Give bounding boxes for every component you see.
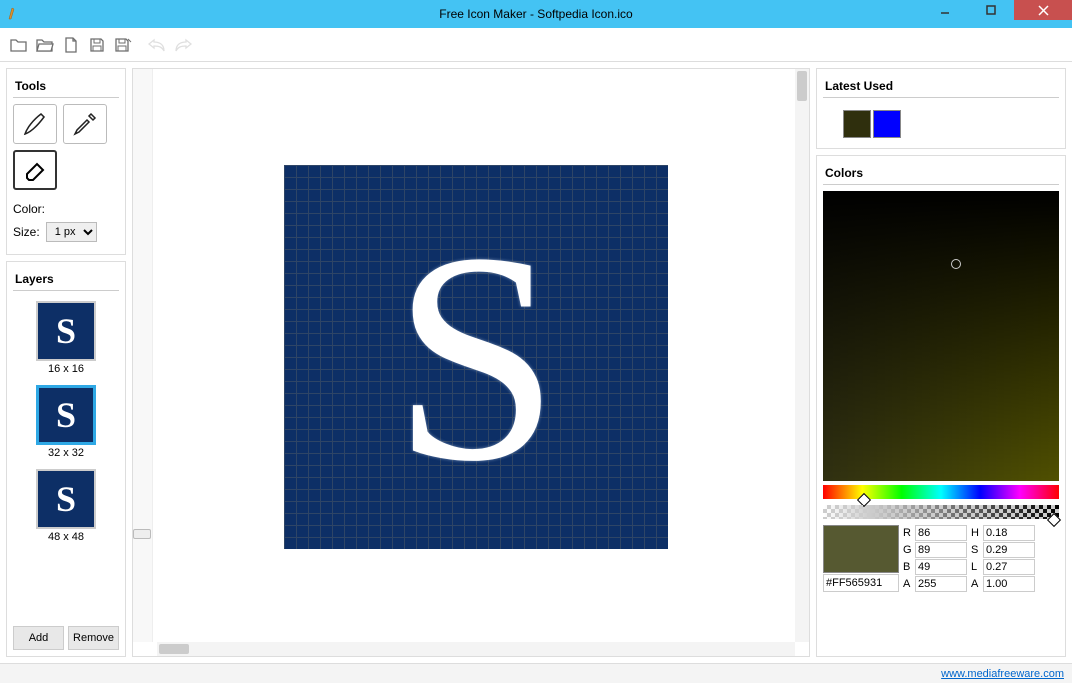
h-input[interactable]: 0.18 xyxy=(983,525,1035,541)
save-icon[interactable] xyxy=(86,34,108,56)
website-link[interactable]: www.mediafreeware.com xyxy=(941,668,1064,680)
window-controls xyxy=(922,0,1072,28)
layer-thumb: S xyxy=(36,301,96,361)
layer-label: 32 x 32 xyxy=(36,447,96,459)
current-color-swatch xyxy=(823,525,899,573)
r-label: R xyxy=(903,527,915,539)
add-layer-button[interactable]: Add xyxy=(13,626,64,650)
layer-thumb: S xyxy=(36,469,96,529)
tools-header: Tools xyxy=(13,75,119,98)
a-input[interactable]: 255 xyxy=(915,576,967,592)
save-as-icon[interactable] xyxy=(112,34,134,56)
color-label: Color: xyxy=(13,202,45,216)
pixel-canvas[interactable]: S xyxy=(284,165,668,549)
latest-used-header: Latest Used xyxy=(823,75,1059,98)
window-title: Free Icon Maker - Softpedia Icon.ico xyxy=(0,7,1072,21)
zoom-slider[interactable] xyxy=(133,69,153,642)
app-icon xyxy=(6,6,22,22)
layer-item-16[interactable]: S 16 x 16 xyxy=(36,301,96,375)
b-label: B xyxy=(903,561,915,573)
s-input[interactable]: 0.29 xyxy=(983,542,1035,558)
toolbar xyxy=(0,28,1072,62)
open-folder-icon[interactable] xyxy=(34,34,56,56)
g-input[interactable]: 89 xyxy=(915,542,967,558)
b-input[interactable]: 49 xyxy=(915,559,967,575)
layer-item-48[interactable]: S 48 x 48 xyxy=(36,469,96,543)
vertical-scrollbar[interactable] xyxy=(795,69,809,642)
canvas-content: S xyxy=(284,165,668,549)
h-label: H xyxy=(971,527,983,539)
minimize-button[interactable] xyxy=(922,0,968,20)
layers-panel: Layers S 16 x 16 S 32 x 32 S 48 x 48 Add… xyxy=(6,261,126,657)
brush-tool[interactable] xyxy=(13,104,57,144)
close-button[interactable] xyxy=(1014,0,1072,20)
hue-slider[interactable] xyxy=(823,485,1059,499)
a2-input[interactable]: 1.00 xyxy=(983,576,1035,592)
horizontal-scrollbar[interactable] xyxy=(157,642,795,656)
status-bar: www.mediafreeware.com xyxy=(0,663,1072,683)
color-cursor[interactable] xyxy=(951,259,961,269)
left-panel: Tools Color: Size: 1 px Layers S 16 x 16… xyxy=(6,68,126,657)
title-bar: Free Icon Maker - Softpedia Icon.ico xyxy=(0,0,1072,28)
canvas-viewport[interactable]: S xyxy=(157,75,795,642)
size-select[interactable]: 1 px xyxy=(46,222,97,242)
l-label: L xyxy=(971,561,983,573)
zoom-thumb[interactable] xyxy=(133,529,151,539)
open-icon[interactable] xyxy=(8,34,30,56)
maximize-button[interactable] xyxy=(968,0,1014,20)
eraser-tool[interactable] xyxy=(13,150,57,190)
a-label: A xyxy=(903,578,915,590)
size-label: Size: xyxy=(13,225,40,239)
redo-icon[interactable] xyxy=(172,34,194,56)
hex-input[interactable]: #FF565931 xyxy=(823,574,899,592)
colors-panel: Colors #FF565931 R86 G89 B49 A255 xyxy=(816,155,1066,657)
layer-item-32[interactable]: S 32 x 32 xyxy=(36,385,96,459)
latest-swatch-1[interactable] xyxy=(873,110,901,138)
eyedropper-tool[interactable] xyxy=(63,104,107,144)
g-label: G xyxy=(903,544,915,556)
s-label: S xyxy=(971,544,983,556)
remove-layer-button[interactable]: Remove xyxy=(68,626,119,650)
color-picker[interactable] xyxy=(823,191,1059,481)
layers-header: Layers xyxy=(13,268,119,291)
alpha-slider[interactable] xyxy=(823,505,1059,519)
right-panel: Latest Used Colors #FF565931 R86 xyxy=(816,68,1066,657)
layer-label: 16 x 16 xyxy=(36,363,96,375)
latest-used-panel: Latest Used xyxy=(816,68,1066,149)
layer-label: 48 x 48 xyxy=(36,531,96,543)
a2-label: A xyxy=(971,578,983,590)
undo-icon[interactable] xyxy=(146,34,168,56)
latest-swatch-0[interactable] xyxy=(843,110,871,138)
layer-thumb: S xyxy=(36,385,96,445)
tools-panel: Tools Color: Size: 1 px xyxy=(6,68,126,255)
layer-list: S 16 x 16 S 32 x 32 S 48 x 48 xyxy=(13,297,119,618)
new-file-icon[interactable] xyxy=(60,34,82,56)
colors-header: Colors xyxy=(823,162,1059,185)
l-input[interactable]: 0.27 xyxy=(983,559,1035,575)
r-input[interactable]: 86 xyxy=(915,525,967,541)
canvas-area: S xyxy=(132,68,810,657)
